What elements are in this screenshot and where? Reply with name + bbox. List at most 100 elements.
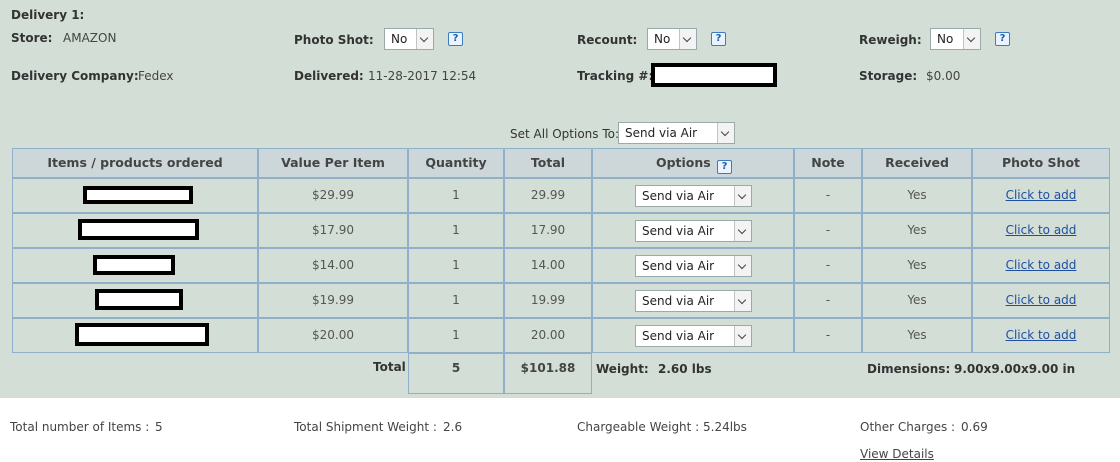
- delivered-label: Delivered:: [294, 69, 364, 83]
- row-quantity-cell: 1: [408, 178, 504, 213]
- table-row-item-cell: [12, 178, 258, 213]
- store-label: Store:: [11, 31, 53, 45]
- other-charges-label: Other Charges :: [860, 420, 956, 434]
- row-option-value: Send via Air: [642, 294, 715, 308]
- chevron-down-icon: [734, 256, 751, 276]
- row-photo-cell: Click to add: [972, 178, 1110, 213]
- help-icon[interactable]: ?: [717, 160, 733, 174]
- row-option-select[interactable]: Send via Air: [635, 290, 752, 312]
- redacted-product-name: [83, 186, 193, 204]
- chevron-down-icon: [416, 29, 433, 49]
- row-total-cell: 19.99: [504, 283, 592, 318]
- row-note-cell: -: [794, 318, 862, 353]
- total-items-label: Total number of Items :: [10, 420, 150, 434]
- reweigh-select[interactable]: No: [930, 28, 981, 50]
- table-row-item-cell: [12, 213, 258, 248]
- row-options-cell: Send via Air: [592, 178, 794, 213]
- click-to-add-link[interactable]: Click to add: [1006, 258, 1077, 272]
- row-option-value: Send via Air: [642, 224, 715, 238]
- click-to-add-link[interactable]: Click to add: [1006, 223, 1077, 237]
- help-icon[interactable]: ?: [995, 32, 1010, 46]
- recount-select-value: No: [654, 32, 671, 46]
- redacted-tracking-number: [651, 63, 777, 87]
- row-note-cell: -: [794, 178, 862, 213]
- column-header-received: Received: [862, 148, 972, 178]
- row-options-cell: Send via Air: [592, 318, 794, 353]
- row-value-cell: $20.00: [258, 318, 408, 353]
- click-to-add-link[interactable]: Click to add: [1006, 188, 1077, 202]
- help-icon[interactable]: ?: [711, 32, 726, 46]
- row-option-select[interactable]: Send via Air: [635, 185, 752, 207]
- row-note-cell: -: [794, 213, 862, 248]
- chevron-down-icon: [734, 326, 751, 346]
- row-option-select[interactable]: Send via Air: [635, 255, 752, 277]
- row-total-cell: 29.99: [504, 178, 592, 213]
- storage-label: Storage:: [859, 69, 918, 83]
- row-received-cell: Yes: [862, 318, 972, 353]
- total-label: Total: [373, 360, 406, 374]
- column-header-items: Items / products ordered: [12, 148, 258, 178]
- row-received-cell: Yes: [862, 248, 972, 283]
- delivered-value: 11-28-2017 12:54: [368, 69, 477, 83]
- row-value-cell: $29.99: [258, 178, 408, 213]
- column-header-options: Options ?: [592, 148, 794, 178]
- set-all-options-label: Set All Options To:: [510, 127, 620, 141]
- column-header-photo-shot: Photo Shot: [972, 148, 1110, 178]
- weight-value: 2.60 lbs: [658, 362, 712, 376]
- column-header-quantity: Quantity: [408, 148, 504, 178]
- help-icon[interactable]: ?: [448, 32, 463, 46]
- click-to-add-link[interactable]: Click to add: [1006, 293, 1077, 307]
- row-quantity-cell: 1: [408, 318, 504, 353]
- row-note-cell: -: [794, 283, 862, 318]
- chevron-down-icon: [734, 291, 751, 311]
- chevron-down-icon: [963, 29, 980, 49]
- row-received-cell: Yes: [862, 283, 972, 318]
- chevron-down-icon: [679, 29, 696, 49]
- row-option-select[interactable]: Send via Air: [635, 325, 752, 347]
- row-quantity-cell: 1: [408, 248, 504, 283]
- view-details-link[interactable]: View Details: [860, 447, 934, 461]
- reweigh-label: Reweigh:: [859, 33, 922, 47]
- table-row-item-cell: [12, 248, 258, 283]
- redacted-product-name: [78, 219, 199, 240]
- row-quantity-cell: 1: [408, 213, 504, 248]
- column-header-value-per-item: Value Per Item: [258, 148, 408, 178]
- reweigh-select-value: No: [937, 32, 954, 46]
- table-row-item-cell: [12, 283, 258, 318]
- row-photo-cell: Click to add: [972, 318, 1110, 353]
- row-value-cell: $17.90: [258, 213, 408, 248]
- redacted-product-name: [95, 289, 183, 310]
- delivery-company-label: Delivery Company:: [11, 69, 139, 83]
- options-header-label: Options: [655, 155, 711, 170]
- weight-label: Weight:: [596, 362, 649, 376]
- dimensions-label: Dimensions:: [867, 362, 951, 376]
- other-charges-value: 0.69: [961, 420, 988, 434]
- total-shipment-weight-label: Total Shipment Weight :: [294, 420, 437, 434]
- chevron-down-icon: [717, 123, 734, 143]
- row-options-cell: Send via Air: [592, 213, 794, 248]
- row-photo-cell: Click to add: [972, 213, 1110, 248]
- column-header-note: Note: [794, 148, 862, 178]
- row-option-select[interactable]: Send via Air: [635, 220, 752, 242]
- row-option-value: Send via Air: [642, 329, 715, 343]
- photo-shot-select-value: No: [391, 32, 408, 46]
- row-value-cell: $19.99: [258, 283, 408, 318]
- row-option-value: Send via Air: [642, 259, 715, 273]
- column-header-total: Total: [504, 148, 592, 178]
- set-all-options-value: Send via Air: [625, 126, 698, 140]
- row-option-value: Send via Air: [642, 189, 715, 203]
- dimensions-value: 9.00x9.00x9.00 in: [954, 362, 1076, 376]
- set-all-options-select[interactable]: Send via Air: [618, 122, 735, 144]
- tracking-label: Tracking #:: [577, 69, 654, 83]
- click-to-add-link[interactable]: Click to add: [1006, 328, 1077, 342]
- photo-shot-select[interactable]: No: [384, 28, 434, 50]
- total-value-cell: $101.88: [504, 353, 592, 394]
- total-shipment-weight-value: 2.6: [443, 420, 463, 434]
- total-items-value: 5: [155, 420, 163, 434]
- recount-select[interactable]: No: [647, 28, 697, 50]
- chevron-down-icon: [734, 221, 751, 241]
- chevron-down-icon: [734, 186, 751, 206]
- chargeable-weight-value: 5.24lbs: [703, 420, 747, 434]
- store-value: AMAZON: [63, 31, 117, 45]
- row-note-cell: -: [794, 248, 862, 283]
